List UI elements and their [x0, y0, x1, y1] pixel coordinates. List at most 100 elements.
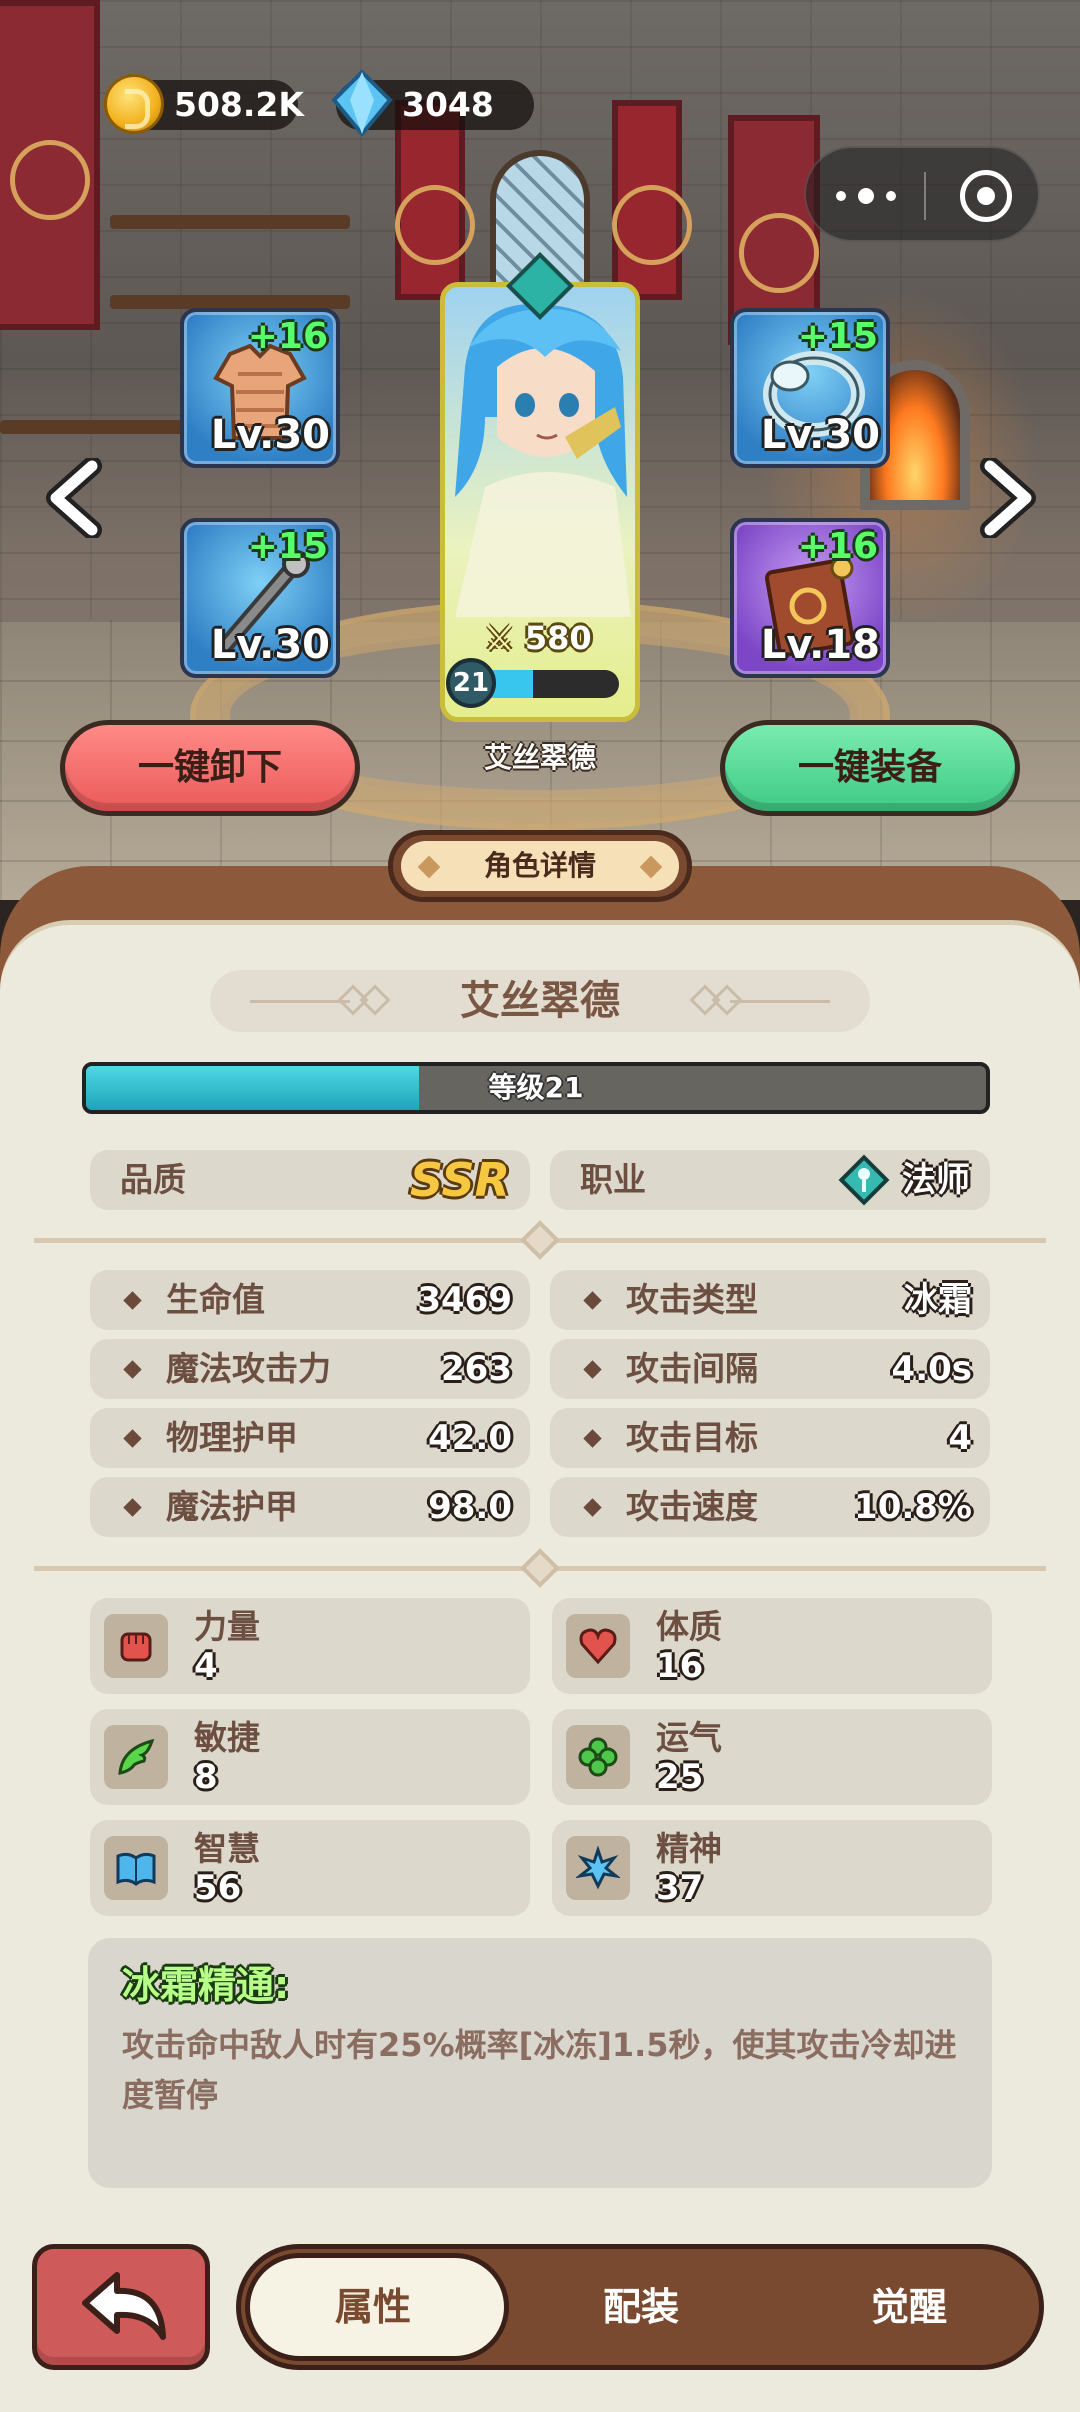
ornament-line — [730, 1000, 830, 1003]
diamond-ornament-icon — [417, 855, 441, 879]
quality-value: SSR — [409, 1153, 510, 1207]
close-target-icon[interactable] — [960, 170, 1012, 222]
stat-label: 攻击速度 — [626, 1487, 758, 1526]
stat-value: 4.0s — [891, 1349, 972, 1389]
stat-row: 攻击目标 4 — [550, 1408, 990, 1468]
character-level-bar: 等级21 — [82, 1062, 990, 1114]
item-level: Lv.30 — [210, 412, 330, 458]
equipment-slot-spellbook[interactable]: +16 Lv.18 — [730, 518, 890, 678]
item-level: Lv.30 — [210, 622, 330, 668]
stat-label: 攻击类型 — [626, 1280, 758, 1319]
previous-hero-arrow-icon[interactable] — [40, 458, 110, 538]
stat-value: 10.8% — [854, 1487, 972, 1527]
back-arrow-icon — [82, 2272, 166, 2340]
stat-row: 魔法护甲 98.0 — [90, 1477, 530, 1537]
book-icon — [104, 1836, 168, 1900]
stat-row: 攻击速度 10.8% — [550, 1477, 990, 1537]
shelf — [0, 420, 190, 434]
tab-awaken[interactable]: 觉醒 — [777, 2249, 1041, 2365]
attribute-label: 敏捷 — [194, 1718, 260, 1757]
attribute-value: 25 — [656, 1757, 704, 1797]
gold-amount: 508.2K — [174, 85, 304, 124]
equipment-slot-armor[interactable]: +16 Lv.30 — [180, 308, 340, 468]
hero-power-value: 580 — [524, 619, 592, 657]
diamond-amount: 3048 — [402, 85, 494, 124]
clover-icon — [566, 1725, 630, 1789]
heart-icon — [566, 1614, 630, 1678]
character-name: 艾丝翠德 — [460, 978, 620, 1024]
bullet-icon — [123, 1498, 142, 1517]
attribute-value: 56 — [194, 1868, 242, 1908]
attribute-label: 运气 — [656, 1718, 722, 1757]
back-button[interactable] — [32, 2244, 210, 2370]
class-value: 法师 — [902, 1160, 970, 1200]
attribute-wisdom: 智慧 56 — [90, 1820, 530, 1916]
gold-coin-icon — [104, 74, 164, 134]
attribute-value: 16 — [656, 1646, 704, 1686]
enhance-level: +16 — [247, 316, 328, 357]
item-level: Lv.18 — [760, 622, 880, 668]
detail-tab: 角色详情 — [388, 830, 692, 902]
attribute-constitution: 体质 16 — [552, 1598, 992, 1694]
gold-counter: 508.2K — [104, 74, 304, 134]
mage-class-icon — [838, 1154, 890, 1206]
quality-row: 品质 SSR — [90, 1150, 530, 1210]
capsule-divider — [924, 172, 926, 220]
unequip-all-button[interactable]: 一键卸下 — [60, 720, 360, 816]
attribute-spirit: 精神 37 — [552, 1820, 992, 1916]
bullet-icon — [583, 1498, 602, 1517]
stat-label: 魔法攻击力 — [166, 1349, 331, 1388]
attribute-label: 智慧 — [194, 1829, 260, 1868]
diamond-icon — [331, 70, 393, 136]
tab-attributes[interactable]: 属性 — [241, 2249, 505, 2365]
attribute-label: 力量 — [194, 1607, 260, 1646]
bullet-icon — [123, 1291, 142, 1310]
skill-title: 冰霜精通: — [122, 1963, 290, 2007]
attribute-agility: 敏捷 8 — [90, 1709, 530, 1805]
attribute-strength: 力量 4 — [90, 1598, 530, 1694]
stat-value: 263 — [441, 1349, 512, 1389]
miniprogram-capsule — [804, 146, 1040, 242]
stat-value: 42.0 — [428, 1418, 512, 1458]
curtain-left — [395, 100, 475, 300]
bullet-icon — [583, 1291, 602, 1310]
spirit-icon — [566, 1836, 630, 1900]
enhance-level: +15 — [247, 526, 328, 567]
detail-tab-title: 角色详情 — [483, 849, 596, 882]
tab-loadout[interactable]: 配装 — [509, 2249, 773, 2365]
diamond-ornament-icon — [639, 855, 663, 879]
next-hero-arrow-icon[interactable] — [972, 458, 1042, 538]
attribute-label: 精神 — [656, 1829, 722, 1868]
hero-portrait — [455, 304, 631, 617]
stat-label: 攻击间隔 — [626, 1349, 758, 1388]
bullet-icon — [583, 1429, 602, 1448]
character-level-label: 等级21 — [488, 1071, 584, 1104]
ornament-line — [250, 1000, 350, 1003]
hero-card[interactable]: ⚔ 580 — [440, 282, 640, 722]
stat-row: 魔法攻击力 263 — [90, 1339, 530, 1399]
stat-row: 物理护甲 42.0 — [90, 1408, 530, 1468]
stat-value: 3469 — [417, 1280, 512, 1320]
stat-row: 攻击间隔 4.0s — [550, 1339, 990, 1399]
detail-tab-label: 角色详情 — [401, 841, 679, 891]
stat-value: 4 — [948, 1418, 972, 1458]
class-row: 职业 法师 — [550, 1150, 990, 1210]
stat-value: 冰霜 — [904, 1280, 972, 1320]
equipment-slot-staff[interactable]: +15 Lv.30 — [180, 518, 340, 678]
bullet-icon — [123, 1429, 142, 1448]
attribute-value: 37 — [656, 1868, 704, 1908]
more-icon[interactable] — [836, 180, 896, 212]
hero-power: ⚔ 580 — [485, 619, 592, 657]
equipment-slot-ring[interactable]: +15 Lv.30 — [730, 308, 890, 468]
hero-name-label: 艾丝翠德 — [483, 741, 596, 774]
class-label: 职业 — [580, 1160, 646, 1199]
stat-label: 生命值 — [166, 1280, 265, 1319]
item-level: Lv.30 — [760, 412, 880, 458]
equip-all-button[interactable]: 一键装备 — [720, 720, 1020, 816]
stat-label: 物理护甲 — [166, 1418, 298, 1457]
quality-label: 品质 — [120, 1160, 186, 1199]
bottom-tab-bar: 属性 配装 觉醒 — [236, 2244, 1044, 2370]
left-banner — [0, 0, 100, 330]
bullet-icon — [123, 1360, 142, 1379]
attribute-value: 4 — [194, 1646, 218, 1686]
